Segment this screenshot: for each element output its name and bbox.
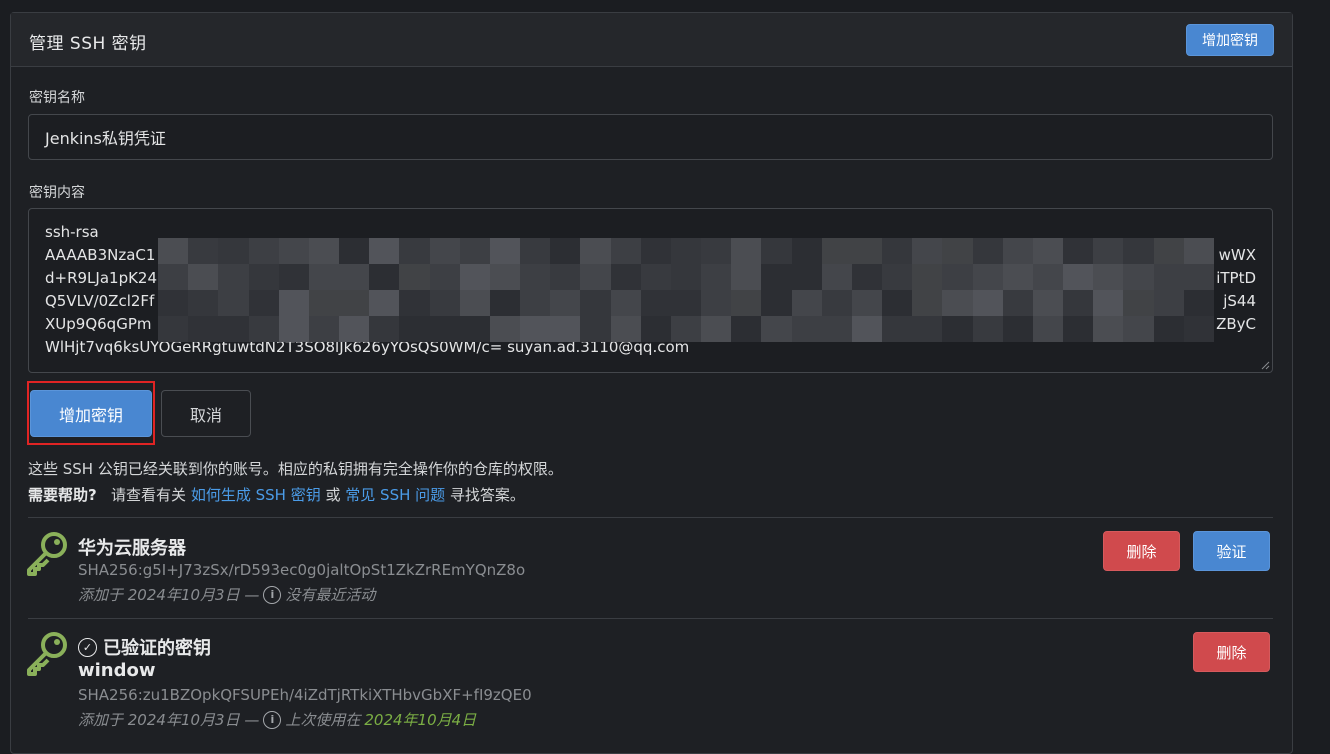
key-name-value: Jenkins私钥凭证 — [45, 129, 166, 148]
key-content-line-end: iTPtD — [1216, 269, 1256, 287]
key-last-used-date: 2024年10月4日 — [364, 711, 477, 729]
key-title: 华为云服务器 — [78, 538, 186, 559]
divider — [28, 517, 1273, 518]
key-fingerprint: SHA256:g5I+J73zSx/rD593ec0g0jaltOpSt1ZkZ… — [78, 561, 526, 579]
verify-key-button[interactable]: 验证 — [1193, 531, 1270, 571]
common-ssh-issues-link[interactable]: 常见 SSH 问题 — [345, 486, 445, 504]
resize-handle-icon[interactable] — [1260, 360, 1270, 370]
help-links-row: 需要帮助? 请查看有关 如何生成 SSH 密钥 或 常见 SSH 问题 寻找答案… — [28, 484, 525, 505]
verified-key-title-row: ✓ 已验证的密钥 — [78, 634, 211, 660]
info-icon: i — [263, 585, 282, 604]
help-description: 这些 SSH 公钥已经关联到你的账号。相应的私钥拥有完全操作你的仓库的权限。 — [28, 460, 563, 478]
key-content-line-start: AAAAB3NzaC1 — [45, 246, 156, 264]
key-subtitle: window — [78, 660, 156, 681]
delete-key-button[interactable]: 删除 — [1193, 632, 1270, 672]
key-meta: 添加于 2024年10月3日 — i 上次使用在 2024年10月4日 — [78, 709, 476, 730]
redacted-key-area — [158, 238, 1214, 342]
key-name-label: 密钥名称 — [29, 90, 85, 106]
key-content-line-start: XUp9Q6qGPm — [45, 315, 152, 333]
key-title: 已验证的密钥 — [103, 638, 211, 659]
check-circle-icon: ✓ — [78, 637, 97, 657]
info-icon: i — [263, 710, 282, 729]
submit-add-key-button[interactable]: 增加密钥 — [30, 390, 152, 437]
find-answer-text: 寻找答案。 — [449, 486, 525, 504]
key-added-date: 添加于 2024年10月3日 — — [78, 711, 260, 729]
page-title: 管理 SSH 密钥 — [29, 34, 147, 54]
key-content-line-end: jS44 — [1223, 292, 1256, 310]
delete-key-button[interactable]: 删除 — [1103, 531, 1180, 571]
key-icon — [27, 632, 67, 676]
key-content-line-end: ZByC — [1216, 315, 1256, 333]
see-about-text: 请查看有关 — [111, 486, 187, 504]
key-content-label: 密钥内容 — [29, 185, 85, 201]
key-content-line-end: wWX — [1218, 246, 1256, 264]
how-to-generate-link[interactable]: 如何生成 SSH 密钥 — [191, 486, 321, 504]
divider — [28, 618, 1273, 619]
key-activity: 上次使用在 — [285, 711, 361, 729]
add-key-header-button[interactable]: 增加密钥 — [1186, 24, 1274, 56]
key-content-line-start: d+R9LJa1pK24 — [45, 269, 158, 287]
key-activity: 没有最近活动 — [285, 586, 376, 604]
key-content-line-start: Q5VLV/0Zcl2Ff — [45, 292, 155, 310]
key-icon — [27, 532, 67, 576]
panel-header: 管理 SSH 密钥 增加密钥 — [11, 13, 1292, 67]
key-fingerprint: SHA256:zu1BZOpkQFSUPEh/4iZdTjRTkiXTHbvGb… — [78, 686, 532, 704]
key-content-line-start: ssh-rsa — [45, 223, 99, 241]
or-text: 或 — [325, 486, 341, 504]
need-help-label: 需要帮助? — [28, 486, 97, 504]
key-added-date: 添加于 2024年10月3日 — — [78, 586, 260, 604]
key-name-input[interactable]: Jenkins私钥凭证 — [28, 114, 1273, 160]
key-meta: 添加于 2024年10月3日 — i 没有最近活动 — [78, 584, 375, 605]
cancel-button[interactable]: 取消 — [161, 390, 251, 437]
